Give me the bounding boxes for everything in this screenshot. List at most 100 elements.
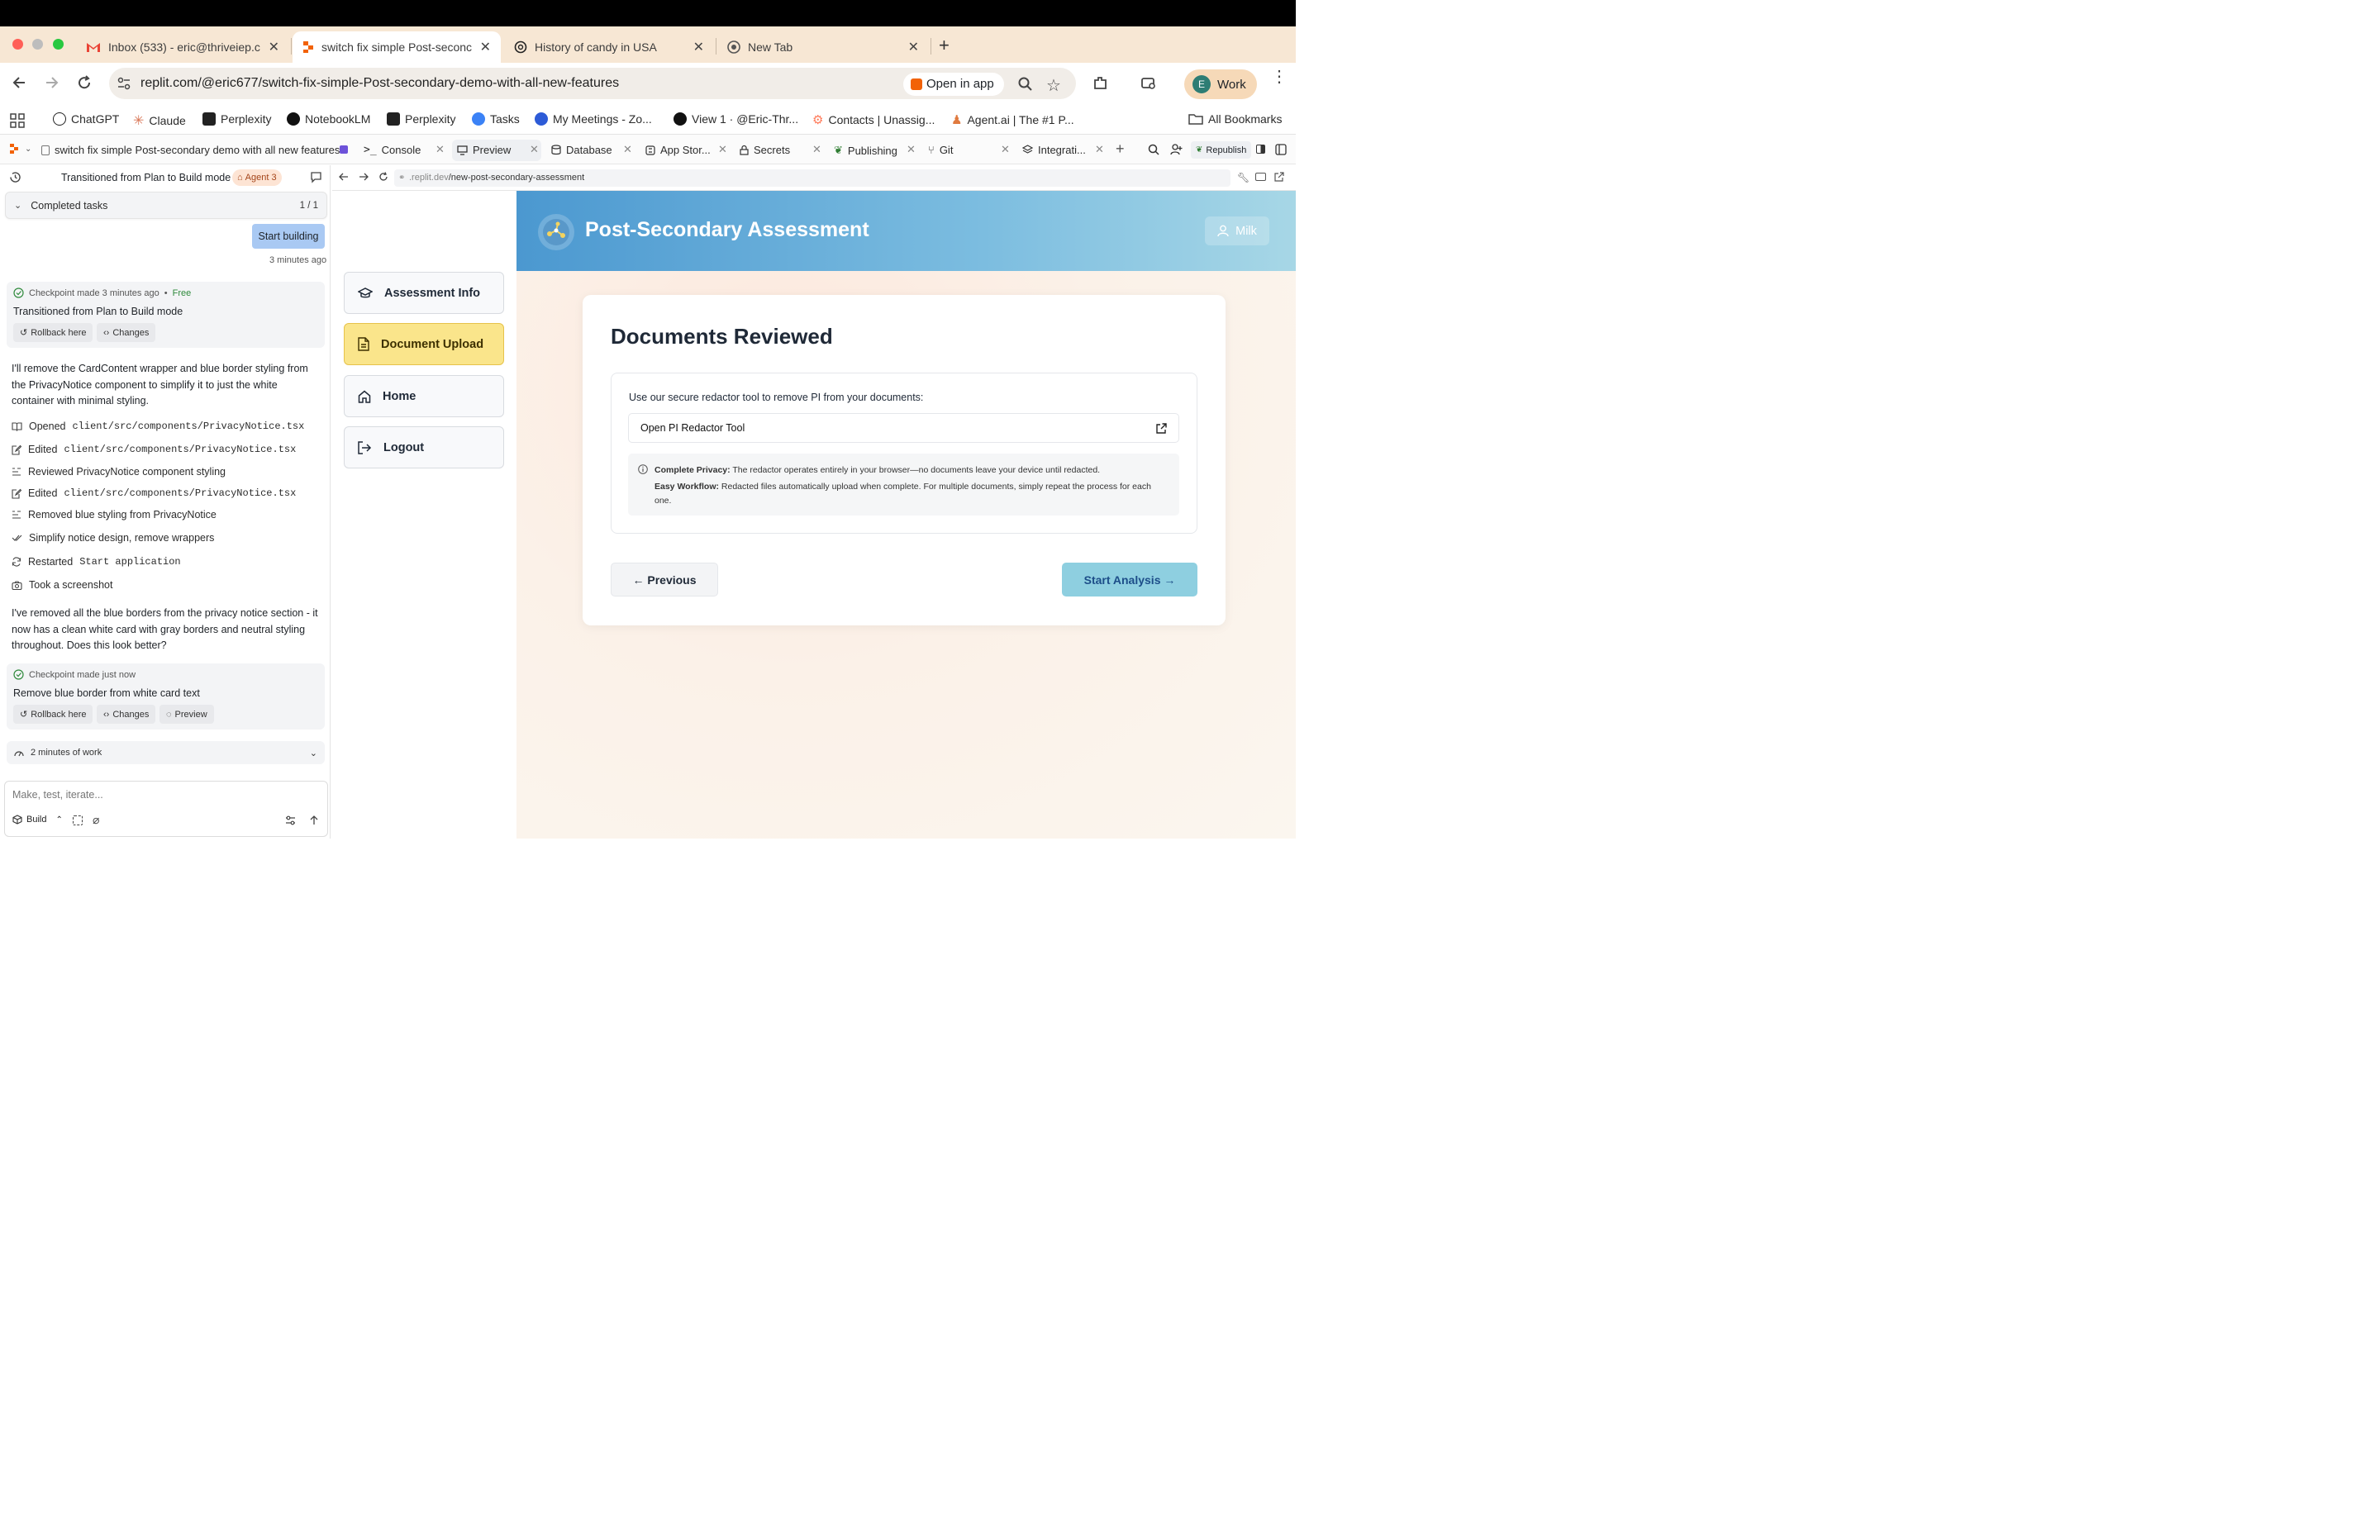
tab-app-storage[interactable]: App Stor...: [645, 144, 711, 156]
close-window-button[interactable]: [12, 39, 23, 50]
preview-forward-icon[interactable]: [359, 172, 369, 182]
start-analysis-button[interactable]: Start Analysis →: [1062, 563, 1197, 597]
browser-tab-new[interactable]: New Tab ✕: [717, 31, 929, 63]
profile-button[interactable]: E Work: [1184, 69, 1257, 99]
all-bookmarks[interactable]: All Bookmarks: [1188, 112, 1282, 126]
new-chat-icon[interactable]: [310, 171, 322, 183]
new-tab-icon[interactable]: +: [939, 35, 950, 56]
nav-assessment-info[interactable]: Assessment Info: [344, 272, 504, 314]
replit-logo-menu[interactable]: ⌄: [10, 144, 31, 154]
close-tab-icon[interactable]: ✕: [480, 39, 491, 55]
action-item[interactable]: Opened client/src/components/PrivacyNotic…: [12, 421, 304, 432]
preview-button[interactable]: ◌ Preview: [159, 705, 214, 724]
search-icon[interactable]: [1148, 144, 1159, 155]
zoom-icon[interactable]: [1017, 76, 1034, 93]
maximize-window-button[interactable]: [53, 39, 64, 50]
user-menu-button[interactable]: Milk: [1205, 216, 1269, 245]
rollback-button[interactable]: ↺ Rollback here: [13, 705, 93, 724]
minimize-window-button[interactable]: [32, 39, 43, 50]
nav-document-upload[interactable]: Document Upload: [344, 323, 504, 365]
completed-tasks-bar[interactable]: ⌄ Completed tasks 1 / 1: [5, 192, 327, 219]
action-item[interactable]: Took a screenshot: [12, 579, 112, 591]
apps-grid-icon[interactable]: [10, 113, 25, 128]
bookmark-perplexity[interactable]: Perplexity: [202, 112, 271, 126]
tab-publishing[interactable]: ❦ Publishing: [834, 144, 897, 157]
bookmark-notebooklm[interactable]: NotebookLM: [287, 112, 370, 126]
back-icon[interactable]: [12, 74, 28, 91]
changes-button[interactable]: ‹› Changes: [97, 323, 156, 342]
send-arrow-icon[interactable]: [309, 815, 319, 825]
close-tab-icon[interactable]: ✕: [1095, 143, 1104, 156]
tab-preview[interactable]: Preview: [457, 144, 511, 156]
action-item[interactable]: Edited client/src/components/PrivacyNotic…: [12, 444, 296, 455]
close-tab-icon[interactable]: ✕: [907, 143, 916, 156]
preview-url-bar[interactable]: ⚭ .replit.dev/new-post-secondary-assessm…: [394, 169, 1230, 187]
action-item[interactable]: Reviewed PrivacyNotice component styling: [12, 466, 226, 478]
settings-sliders-icon[interactable]: [285, 815, 296, 825]
tab-database[interactable]: Database: [551, 144, 612, 156]
browser-tab-chatgpt[interactable]: History of candy in USA ✕: [504, 31, 714, 63]
close-tab-icon[interactable]: ✕: [623, 143, 632, 156]
select-element-icon[interactable]: [73, 815, 83, 825]
browser-tab-replit[interactable]: switch fix simple Post-seconc ✕: [293, 31, 501, 63]
preview-back-icon[interactable]: [339, 172, 349, 182]
bookmark-github[interactable]: View 1 · @Eric-Thr...: [674, 112, 798, 126]
tab-search-icon[interactable]: [1140, 75, 1157, 92]
lock-icon: [740, 145, 749, 155]
bookmark-tasks[interactable]: Tasks: [472, 112, 520, 126]
project-title[interactable]: switch fix simple Post-secondary demo wi…: [41, 144, 340, 156]
close-tab-icon[interactable]: ✕: [812, 143, 821, 156]
build-mode-button[interactable]: Build ⌃: [12, 815, 63, 825]
close-tab-icon[interactable]: ✕: [1001, 143, 1010, 156]
workflow-line: Easy Workflow: Redacted files automatica…: [654, 482, 1151, 506]
close-tab-icon[interactable]: ✕: [693, 39, 704, 55]
action-item[interactable]: Restarted Start application: [12, 556, 181, 568]
close-tab-icon[interactable]: ✕: [269, 39, 279, 55]
open-redactor-link[interactable]: Open PI Redactor Tool: [628, 413, 1179, 443]
bookmark-claude[interactable]: ✳ Claude: [133, 112, 186, 129]
reload-icon[interactable]: [76, 74, 93, 91]
nav-logout[interactable]: Logout: [344, 426, 504, 468]
forward-icon[interactable]: [43, 74, 60, 91]
add-tab-icon[interactable]: +: [1116, 140, 1125, 158]
close-tab-icon[interactable]: ✕: [908, 39, 919, 55]
close-tab-icon[interactable]: ✕: [530, 143, 539, 156]
previous-button[interactable]: ← Previous: [611, 563, 718, 597]
changes-button[interactable]: ‹› Changes: [97, 705, 156, 724]
bookmark-chatgpt[interactable]: ChatGPT: [53, 112, 119, 126]
bookmark-hubspot[interactable]: ⚙ Contacts | Unassig...: [812, 112, 935, 127]
chat-input[interactable]: Make, test, iterate...: [12, 789, 103, 801]
action-item[interactable]: Edited client/src/components/PrivacyNotic…: [12, 487, 296, 499]
bookmark-star-icon[interactable]: ☆: [1046, 75, 1061, 96]
open-in-app-button[interactable]: Open in app: [903, 73, 1004, 96]
work-time-bar[interactable]: 2 minutes of work ⌄: [7, 741, 325, 764]
menu-kebab-icon[interactable]: ⋮: [1271, 69, 1288, 85]
split-view-icon[interactable]: [1256, 145, 1265, 154]
browser-tab-gmail[interactable]: Inbox (533) - eric@thriveiep.c ✕: [76, 31, 289, 63]
extensions-icon[interactable]: [1092, 75, 1109, 92]
invite-user-icon[interactable]: [1170, 144, 1183, 155]
tab-secrets[interactable]: Secrets: [740, 144, 790, 156]
tab-console[interactable]: >_ Console: [364, 144, 421, 156]
bookmark-zoom[interactable]: My Meetings - Zo...: [535, 112, 652, 126]
site-settings-icon[interactable]: [117, 76, 131, 91]
close-tab-icon[interactable]: ✕: [436, 143, 445, 156]
history-icon[interactable]: [9, 171, 21, 183]
bookmark-agentai[interactable]: ♟ Agent.ai | The #1 P...: [951, 112, 1074, 127]
nav-home[interactable]: Home: [344, 375, 504, 417]
rollback-button[interactable]: ↺ Rollback here: [13, 323, 93, 342]
close-tab-icon[interactable]: ✕: [718, 143, 727, 156]
open-external-icon[interactable]: [1274, 172, 1284, 182]
tab-integrations[interactable]: Integrati...: [1022, 144, 1086, 156]
action-item[interactable]: Simplify notice design, remove wrappers: [12, 532, 214, 544]
bookmark-perplexity-2[interactable]: Perplexity: [387, 112, 455, 126]
device-icon[interactable]: [1255, 173, 1266, 181]
url-text[interactable]: replit.com/@eric677/switch-fix-simple-Po…: [140, 76, 619, 91]
attach-icon[interactable]: ⌀: [93, 813, 99, 827]
preview-reload-icon[interactable]: [378, 172, 388, 182]
sidebar-toggle-icon[interactable]: [1275, 144, 1287, 155]
tab-git[interactable]: ⑂ Git: [928, 144, 953, 156]
republish-button[interactable]: ❦ Republish: [1191, 141, 1252, 159]
devtools-wrench-icon[interactable]: 🔧︎: [1237, 172, 1250, 183]
action-item[interactable]: Removed blue styling from PrivacyNotice: [12, 509, 217, 520]
